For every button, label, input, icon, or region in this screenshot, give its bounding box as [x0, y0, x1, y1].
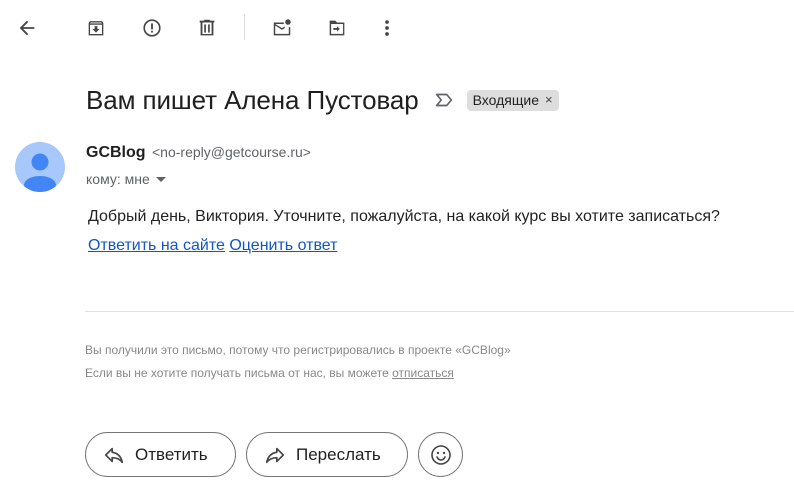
- move-to-icon[interactable]: [317, 8, 357, 48]
- reply-icon: [104, 447, 124, 463]
- delete-icon[interactable]: [187, 8, 227, 48]
- reply-button[interactable]: Ответить: [85, 432, 236, 477]
- forward-button-label: Переслать: [296, 444, 381, 464]
- label-chip-inbox[interactable]: Входящие ×: [466, 89, 559, 111]
- email-subject: Вам пишет Алена Пустовар: [86, 84, 419, 115]
- email-body-text: Добрый день, Виктория. Уточните, пожалуй…: [88, 208, 720, 225]
- sender-row: GCBlog <no-reply@getcourse.ru>: [86, 144, 311, 162]
- label-remove-icon[interactable]: ×: [545, 92, 553, 107]
- subject-row: Вам пишет Алена Пустовар Входящие ×: [86, 82, 559, 118]
- footer-unsubscribe-text: Если вы не хотите получать письма от нас…: [85, 366, 393, 380]
- label-chip-text: Входящие: [472, 91, 540, 108]
- person-icon: [24, 153, 56, 192]
- footer-unsubscribe-row: Если вы не хотите получать письма от нас…: [85, 366, 454, 380]
- toolbar-separator: [244, 14, 245, 40]
- email-body-links: Ответить на сайте Оценить ответ: [88, 237, 337, 255]
- unsubscribe-link[interactable]: отписаться: [392, 366, 454, 380]
- mark-unread-icon[interactable]: [262, 8, 302, 48]
- recipient-row: кому: мне: [86, 171, 166, 187]
- more-vert-icon[interactable]: [367, 8, 407, 48]
- toolbar: [0, 0, 794, 56]
- reply-on-site-link[interactable]: Ответить на сайте: [88, 237, 225, 254]
- show-details-caret-icon[interactable]: [155, 176, 166, 182]
- forward-button[interactable]: Переслать: [246, 432, 408, 477]
- recipient-text: кому: мне: [86, 171, 150, 187]
- reply-button-label: Ответить: [135, 444, 208, 464]
- archive-icon[interactable]: [76, 8, 116, 48]
- footer-notice: Вы получили это письмо, потому что регис…: [85, 343, 511, 357]
- emoji-reaction-button[interactable]: [418, 432, 463, 477]
- back-arrow-icon[interactable]: [7, 8, 47, 48]
- rate-answer-link[interactable]: Оценить ответ: [229, 237, 337, 254]
- avatar[interactable]: [15, 142, 65, 192]
- forward-icon: [265, 447, 285, 463]
- sender-email: <no-reply@getcourse.ru>: [152, 144, 311, 160]
- report-spam-icon[interactable]: [132, 8, 172, 48]
- importance-marker-icon[interactable]: [433, 88, 457, 112]
- footer-divider: [85, 311, 794, 312]
- sender-name[interactable]: GCBlog: [86, 144, 146, 161]
- smiley-icon: [430, 444, 451, 465]
